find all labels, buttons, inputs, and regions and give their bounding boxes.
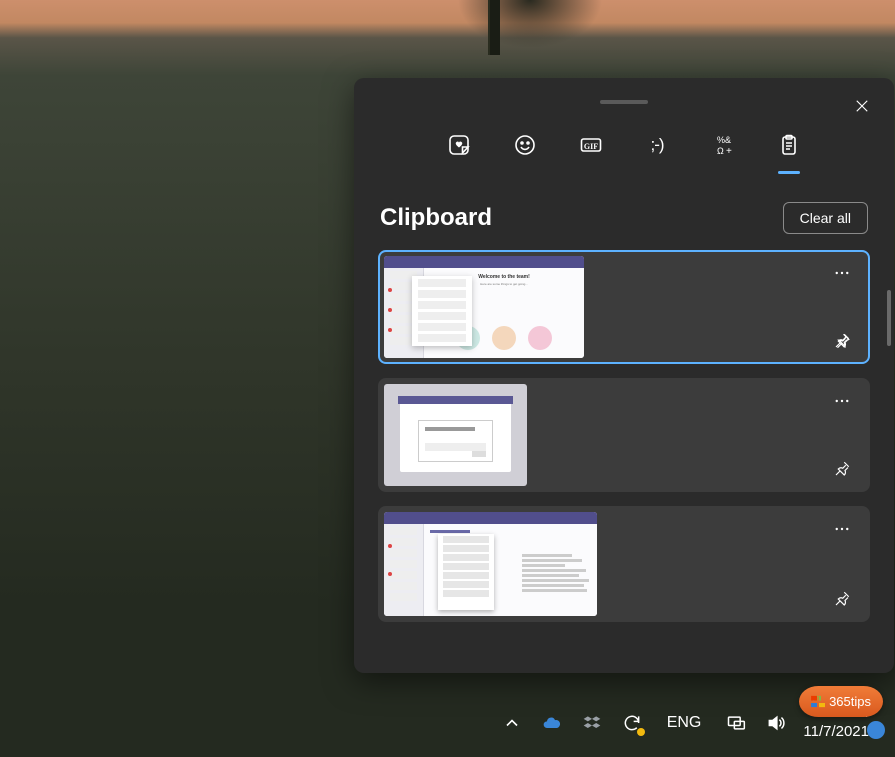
clipboard-thumbnail bbox=[384, 384, 527, 486]
cloud-icon bbox=[542, 713, 562, 733]
panel-title: Clipboard bbox=[380, 204, 492, 232]
chevron-up-icon bbox=[502, 713, 522, 733]
clipboard-icon bbox=[777, 133, 801, 157]
more-icon bbox=[833, 520, 851, 538]
item-pin-button[interactable] bbox=[825, 452, 859, 486]
language-indicator[interactable]: ENG bbox=[661, 714, 708, 732]
dropbox-tray-icon[interactable] bbox=[581, 712, 603, 734]
scrollbar-thumb[interactable] bbox=[887, 290, 891, 346]
input-tabs: GIF ;-) % & Ω + bbox=[354, 130, 894, 160]
clock-date: 11/7/2021 bbox=[803, 723, 869, 742]
svg-text:%: % bbox=[717, 135, 725, 145]
tray-overflow-button[interactable] bbox=[501, 712, 523, 734]
clipboard-items: Welcome to the team! Here are some thing… bbox=[354, 234, 894, 622]
more-icon bbox=[833, 264, 851, 282]
item-more-button[interactable] bbox=[825, 512, 859, 546]
pin-icon bbox=[833, 460, 851, 478]
more-icon bbox=[833, 392, 851, 410]
item-more-button[interactable] bbox=[825, 256, 859, 290]
item-more-button[interactable] bbox=[825, 384, 859, 418]
onedrive-tray-icon[interactable] bbox=[541, 712, 563, 734]
clipboard-item[interactable] bbox=[378, 378, 870, 492]
display-tray-icon[interactable] bbox=[725, 712, 747, 734]
system-tray: ENG bbox=[501, 712, 788, 734]
volume-tray-icon[interactable] bbox=[765, 712, 787, 734]
tab-recent[interactable] bbox=[444, 130, 474, 160]
tab-kaomoji[interactable]: ;-) bbox=[642, 130, 672, 160]
emoji-clipboard-panel: GIF ;-) % & Ω + Clipboard Clear all bbox=[354, 78, 894, 673]
item-pin-button[interactable] bbox=[825, 582, 859, 616]
tab-symbols[interactable]: % & Ω + bbox=[708, 130, 738, 160]
svg-text:&: & bbox=[725, 135, 731, 145]
tab-gif[interactable]: GIF bbox=[576, 130, 606, 160]
svg-text:+: + bbox=[726, 146, 732, 157]
clipboard-thumbnail bbox=[384, 512, 597, 616]
speaker-icon bbox=[766, 713, 786, 733]
clipboard-item[interactable] bbox=[378, 506, 870, 622]
tab-emoji[interactable] bbox=[510, 130, 540, 160]
notification-indicator[interactable] bbox=[867, 721, 885, 739]
watermark-badge: 365tips bbox=[799, 686, 883, 717]
symbols-icon: % & Ω + bbox=[711, 133, 735, 157]
dropbox-icon bbox=[582, 713, 602, 733]
pin-icon bbox=[833, 332, 851, 350]
svg-text:GIF: GIF bbox=[584, 142, 598, 151]
close-button[interactable] bbox=[844, 88, 880, 124]
pin-icon bbox=[833, 590, 851, 608]
clear-all-button[interactable]: Clear all bbox=[783, 202, 868, 234]
item-pin-button[interactable] bbox=[825, 324, 859, 358]
sync-tray-icon[interactable] bbox=[621, 712, 643, 734]
clipboard-thumbnail: Welcome to the team! Here are some thing… bbox=[384, 256, 584, 358]
svg-text:Ω: Ω bbox=[717, 146, 724, 156]
watermark-text: 365tips bbox=[829, 694, 871, 709]
clipboard-item[interactable]: Welcome to the team! Here are some thing… bbox=[378, 250, 870, 364]
cast-icon bbox=[726, 713, 746, 733]
kaomoji-icon: ;-) bbox=[650, 135, 663, 155]
heart-sticker-icon bbox=[447, 133, 471, 157]
taskbar: ENG 9:34 11/7/2021 bbox=[0, 689, 895, 757]
close-icon bbox=[855, 99, 869, 113]
gif-icon: GIF bbox=[579, 133, 603, 157]
smiley-icon bbox=[513, 133, 537, 157]
tab-clipboard[interactable] bbox=[774, 130, 804, 160]
panel-drag-handle[interactable] bbox=[600, 100, 648, 104]
